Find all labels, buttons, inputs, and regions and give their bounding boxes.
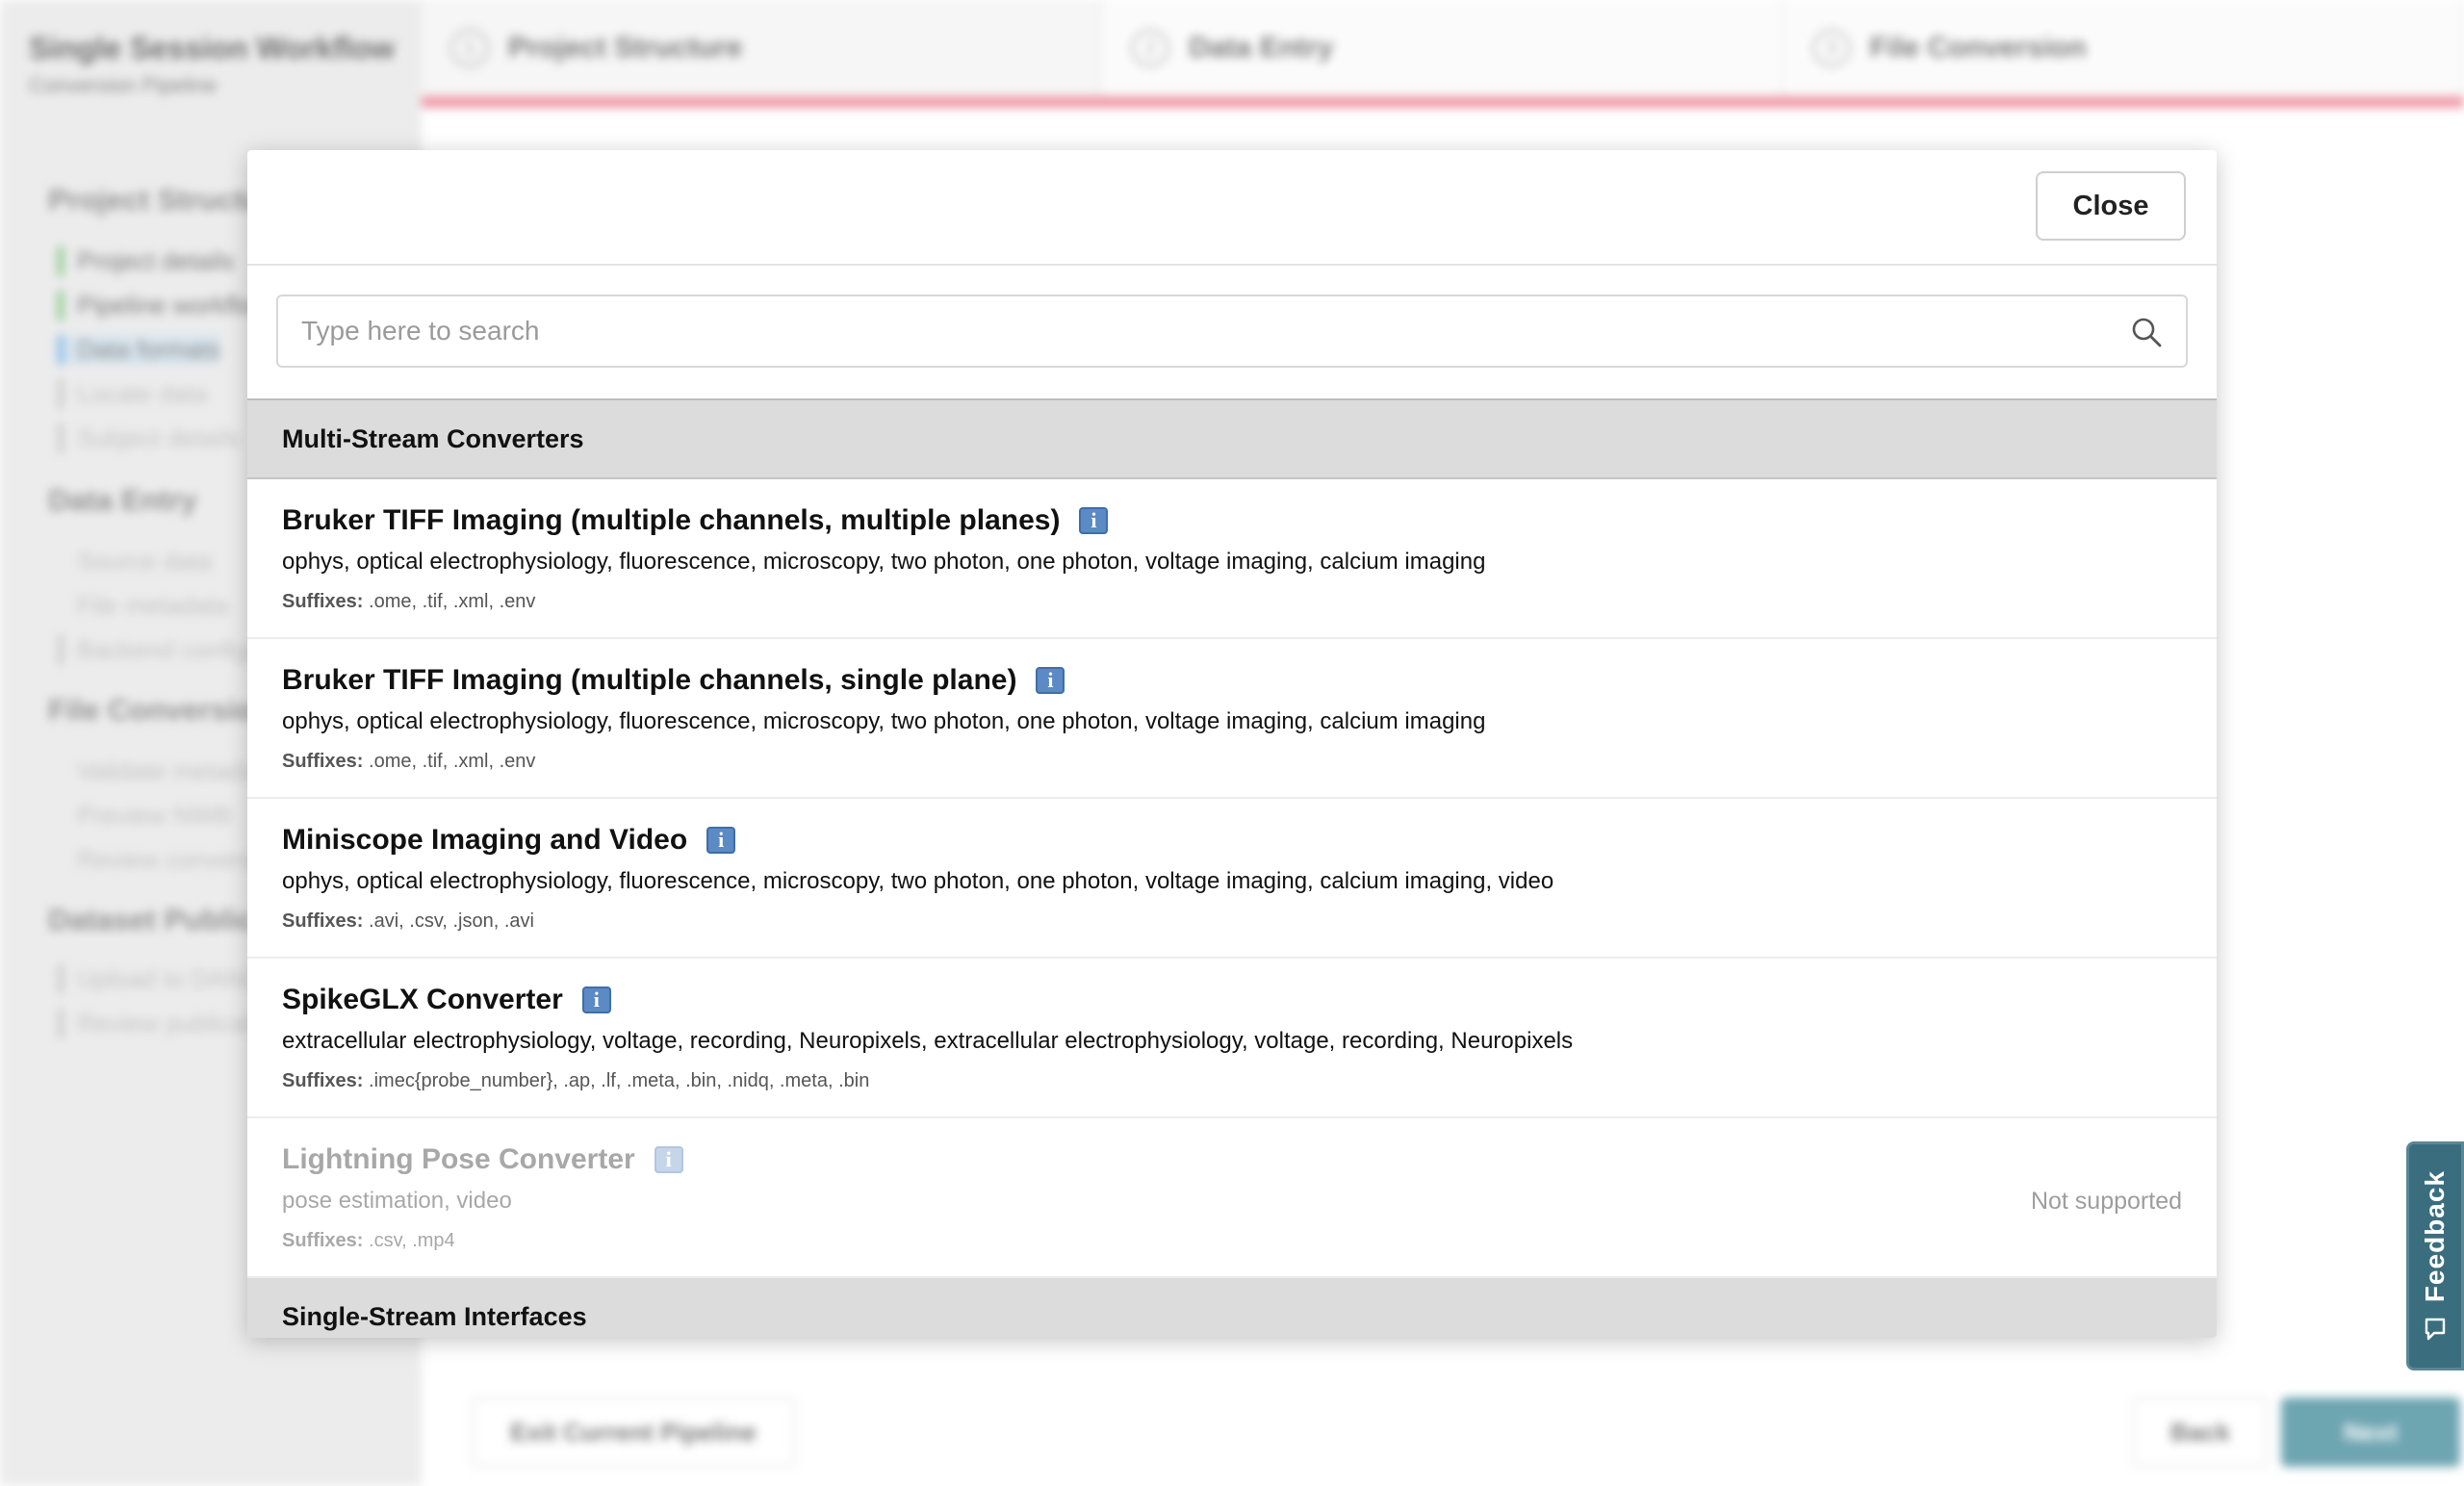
item-suffixes: Suffixes: .ome, .tif, .xml, .env <box>282 751 535 773</box>
data-formats-modal: Close Multi-Stream Converters Bruker TIF… <box>247 150 2217 1338</box>
suffixes-label: Suffixes: <box>282 1070 364 1091</box>
group-header-single-stream: Single-Stream Interfaces <box>247 1278 2217 1338</box>
item-name: Bruker TIFF Imaging (multiple channels, … <box>282 664 1017 696</box>
info-icon[interactable]: i <box>654 1146 683 1173</box>
item-keywords: ophys, optical electrophysiology, fluore… <box>282 708 1486 734</box>
info-icon[interactable]: i <box>581 986 611 1013</box>
list-item-lightning-pose: Lightning Pose Converter i pose estimati… <box>247 1118 2217 1278</box>
feedback-icon <box>2425 1318 2446 1340</box>
suffixes-value: .ome, .tif, .xml, .env <box>369 591 536 612</box>
item-keywords: ophys, optical electrophysiology, fluore… <box>282 549 1486 575</box>
item-suffixes: Suffixes: .csv, .mp4 <box>282 1230 455 1252</box>
suffixes-label: Suffixes: <box>282 591 364 612</box>
suffixes-value: .ome, .tif, .xml, .env <box>369 751 536 772</box>
feedback-tab[interactable]: Feedback <box>2406 1141 2464 1371</box>
interface-list: Multi-Stream Converters Bruker TIFF Imag… <box>247 398 2217 1338</box>
modal-header: Close <box>247 150 2217 266</box>
item-suffixes: Suffixes: .imec{probe_number}, .ap, .lf,… <box>282 1070 869 1092</box>
group-header-multi-stream: Multi-Stream Converters <box>247 400 2217 479</box>
list-item-bruker-tiff-single-plane[interactable]: Bruker TIFF Imaging (multiple channels, … <box>247 639 2217 799</box>
suffixes-label: Suffixes: <box>282 910 364 932</box>
suffixes-label: Suffixes: <box>282 1230 364 1251</box>
close-button[interactable]: Close <box>2036 171 2186 241</box>
info-icon[interactable]: i <box>1079 507 1109 534</box>
not-supported-label: Not supported <box>2030 1188 2182 1215</box>
item-name: Bruker TIFF Imaging (multiple channels, … <box>282 504 1061 536</box>
item-keywords: extracellular electrophysiology, voltage… <box>282 1028 1574 1054</box>
list-item-miniscope[interactable]: Miniscope Imaging and Video i ophys, opt… <box>247 799 2217 959</box>
search-icon[interactable] <box>2130 316 2163 348</box>
suffixes-label: Suffixes: <box>282 751 364 772</box>
item-name: SpikeGLX Converter <box>282 984 563 1015</box>
item-name: Lightning Pose Converter <box>282 1143 635 1175</box>
search-input[interactable] <box>278 296 2107 366</box>
list-item-bruker-tiff-multi-plane[interactable]: Bruker TIFF Imaging (multiple channels, … <box>247 479 2217 639</box>
suffixes-value: .avi, .csv, .json, .avi <box>369 910 534 932</box>
item-name: Miniscope Imaging and Video <box>282 824 688 856</box>
item-suffixes: Suffixes: .avi, .csv, .json, .avi <box>282 910 534 933</box>
feedback-label: Feedback <box>2420 1170 2450 1303</box>
info-icon[interactable]: i <box>1036 667 1065 694</box>
suffixes-value: .imec{probe_number}, .ap, .lf, .meta, .b… <box>369 1070 870 1091</box>
item-suffixes: Suffixes: .ome, .tif, .xml, .env <box>282 591 535 613</box>
suffixes-value: .csv, .mp4 <box>369 1230 455 1251</box>
item-keywords: ophys, optical electrophysiology, fluore… <box>282 868 1554 894</box>
search-box <box>276 295 2188 368</box>
info-icon[interactable]: i <box>706 827 736 854</box>
item-keywords: pose estimation, video <box>282 1188 512 1214</box>
list-item-spikeglx[interactable]: SpikeGLX Converter i extracellular elect… <box>247 959 2217 1118</box>
